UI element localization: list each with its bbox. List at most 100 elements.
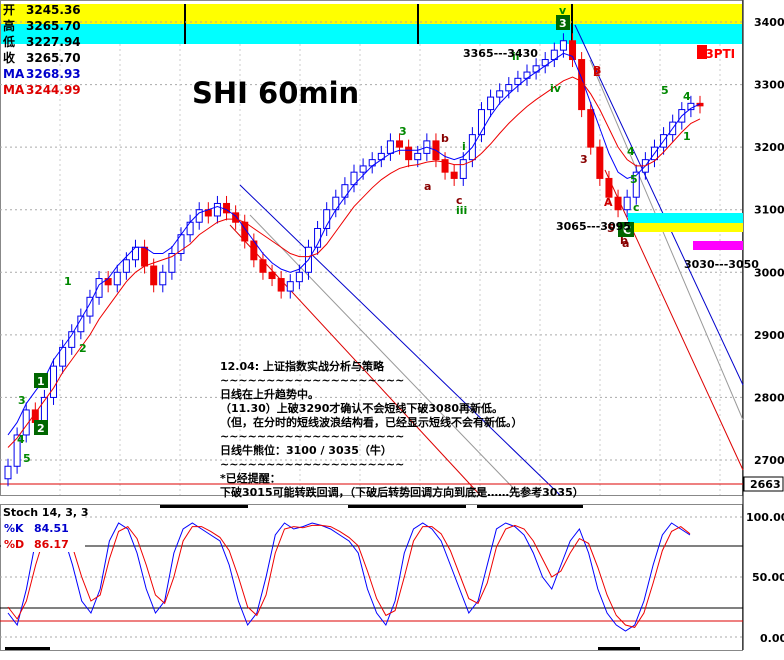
wave-label: 1 [64, 275, 72, 288]
commentary-line: ~~~~~~~~~~~~~~~~~~~~ [220, 458, 404, 471]
commentary-line: （但，在分时的短线波浪结构看，已经显示短线不会有新低。） [220, 415, 523, 429]
ohlc-value: 3227.94 [26, 35, 81, 49]
range-high-label: 3365---3430 [463, 47, 538, 60]
candle-body [50, 365, 58, 398]
wave-label: i [462, 140, 466, 153]
candle-body [487, 96, 495, 111]
stoch-k-value: 84.51 [34, 522, 69, 535]
wave-label: 3 [399, 125, 407, 138]
price-tick-3300: 3300 [754, 79, 784, 92]
candle-body [195, 209, 203, 223]
commentary-block: 12.04: 上证指数实战分析与策略~~~~~~~~~~~~~~~~~~~~日线… [220, 359, 584, 499]
yellow-band [0, 4, 743, 24]
candle-body [341, 184, 349, 198]
ohlc-value: 3265.70 [26, 19, 81, 33]
commentary-line: 12.04: 上证指数实战分析与策略 [220, 359, 385, 373]
price-axis: 27002800290030003100320033003400 [754, 16, 784, 467]
ohlc-value: 3265.70 [26, 51, 81, 65]
commentary-line: ~~~~~~~~~~~~~~~~~~~~ [220, 430, 404, 443]
commentary-line: 日线在上升趋势中。 [220, 387, 319, 401]
commentary-line: 下破3015可能转跌回调，（下破后转势回调方向到底是……先参考3035） [220, 485, 584, 499]
candle-body [259, 259, 267, 273]
candle-body [277, 278, 285, 292]
candle-body [414, 152, 422, 161]
oversold-mark-1 [5, 647, 50, 650]
overbought-mark-2 [348, 505, 466, 508]
chart-title: SHI 60min [192, 76, 359, 110]
stoch-title: Stoch 14, 3, 3 [3, 506, 89, 519]
commentary-line: ~~~~~~~~~~~~~~~~~~~~ [220, 374, 404, 387]
wave-label: 3 [18, 394, 26, 407]
candle-body [496, 90, 504, 98]
ohlc-label: 低 [2, 34, 15, 49]
wave-label: b [441, 132, 449, 145]
candle-body [359, 165, 367, 173]
candle-body [332, 196, 340, 211]
candle-body [614, 196, 622, 211]
wave-label: 5 [661, 84, 669, 97]
chart-window: 2700 2800 2900 3000 3100 3200 3300 3400 1234512… [0, 0, 784, 656]
price-tick-3400: 3400 [754, 16, 784, 29]
wave-label: iv [550, 82, 562, 95]
wave-label: 4 [627, 145, 635, 158]
pti-badge: 63PTI [697, 47, 735, 61]
stoch-d-label: %D [4, 538, 24, 551]
wave-label: a [424, 180, 431, 193]
ma-slow-line [7, 76, 701, 448]
stoch-tick-100: 100.00 [746, 511, 784, 524]
chart-canvas: 27002800290030003100320033003400 1234512… [0, 0, 784, 651]
wave-label: 4 [17, 433, 25, 446]
stoch-tick-50: 50.00 [752, 571, 784, 584]
range-low-label: 3030---3050 [684, 258, 759, 271]
commentary-line: 日线牛熊位：3100 / 3035（牛） [220, 443, 392, 457]
candle-body [505, 84, 513, 92]
wave-label: 1 [683, 130, 691, 143]
candle-body [386, 140, 394, 154]
price-tick-2700: 2700 [754, 454, 784, 467]
current-price-label: 2663 [750, 478, 781, 491]
price-tick-2900: 2900 [754, 329, 784, 342]
ohlc-label: MA [3, 67, 25, 81]
candle-body [122, 259, 130, 273]
candle-body [623, 196, 631, 211]
target-band-magenta [693, 241, 743, 250]
candle-body [396, 140, 404, 148]
wave-label: 2 [37, 422, 45, 435]
candle-body [186, 221, 194, 236]
ohlc-label: 收 [3, 50, 15, 65]
candle-body [459, 159, 467, 179]
wave-label: iii [456, 204, 467, 217]
ohlc-label: MA [3, 83, 25, 97]
commentary-line: *已经提醒： [220, 471, 281, 485]
overbought-mark-1 [160, 505, 248, 508]
candle-body [596, 146, 604, 179]
ohlc-label: 开 [3, 3, 15, 17]
wave-labels: 12345123abciiiiiiivv3455412345abcABC [17, 4, 691, 465]
price-tick-3200: 3200 [754, 141, 784, 154]
stoch-grid [0, 516, 743, 638]
stoch-k-label: %K [4, 522, 24, 535]
wave-label: 3 [580, 153, 588, 166]
target-band-yellow [628, 223, 743, 232]
wave-label: B [593, 64, 601, 77]
candle-body [159, 271, 167, 286]
candle-body [559, 40, 567, 51]
wave-label: 2 [79, 342, 87, 355]
candle-body [268, 271, 276, 280]
candle-body [213, 202, 221, 217]
candle-body [141, 246, 149, 267]
wave-label: 3 [559, 17, 567, 30]
wave-label: 5 [630, 173, 638, 186]
overbought-mark-3 [477, 505, 583, 508]
candle-body [150, 265, 158, 286]
candle-body [95, 278, 103, 298]
candle-body [4, 465, 12, 480]
wave-label: c [633, 201, 640, 214]
ohlc-label: 高 [3, 18, 15, 33]
commentary-line: （11.30）上破3290才确认不会短线下破3080再新低。 [220, 401, 503, 415]
range-mid-label: 3065---3095 [556, 220, 631, 233]
candle-body [405, 146, 413, 161]
stoch-d-value: 86.17 [34, 538, 69, 551]
candle-body [286, 281, 294, 292]
wave-label: A [604, 196, 613, 209]
